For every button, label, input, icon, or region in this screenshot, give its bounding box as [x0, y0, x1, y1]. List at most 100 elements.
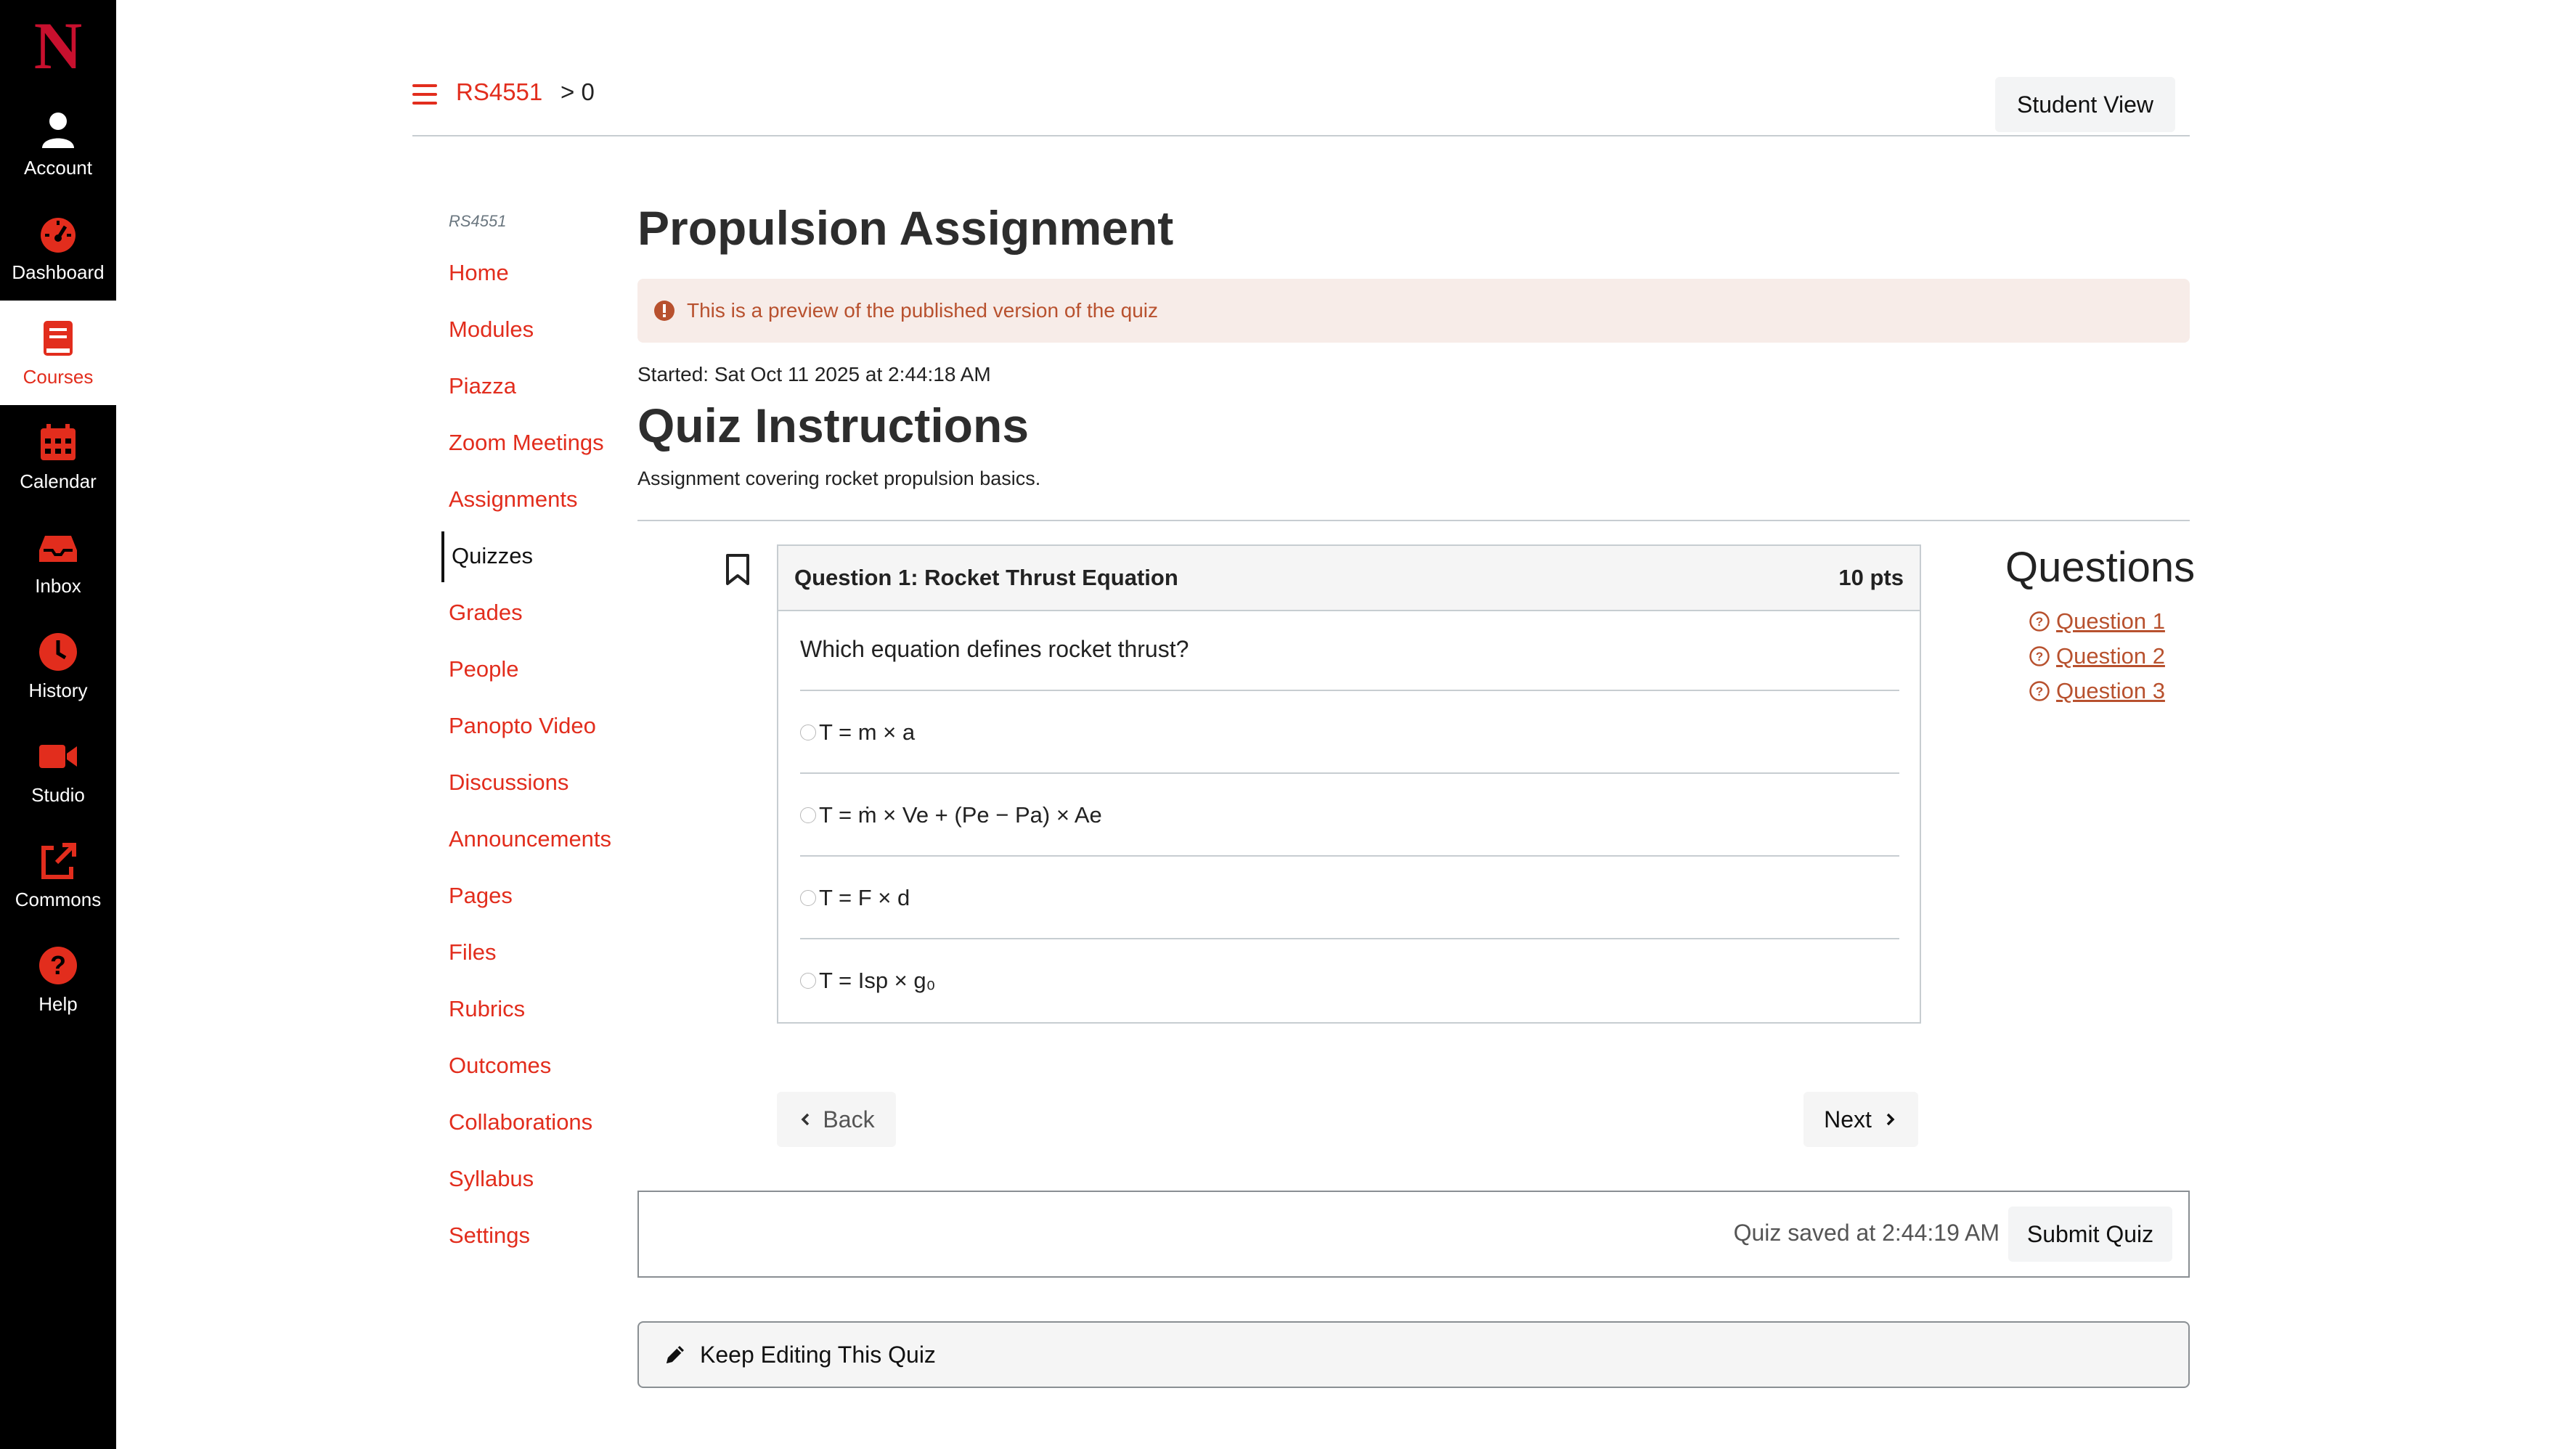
answer-text: T = F × d: [819, 885, 910, 910]
global-nav-inbox[interactable]: Inbox: [0, 510, 116, 614]
course-nav-code: RS4551: [449, 212, 507, 230]
course-nav-panopto-video[interactable]: Panopto Video: [449, 709, 611, 765]
course-nav-settings[interactable]: Settings: [449, 1218, 611, 1275]
page-title: Propulsion Assignment: [637, 201, 1174, 255]
answer-text: T = Isp × g₀: [819, 968, 936, 993]
course-menu-toggle[interactable]: [412, 84, 437, 106]
answer-radio[interactable]: [800, 807, 816, 823]
bookmark-icon[interactable]: [725, 553, 751, 587]
pencil-icon: [667, 1346, 684, 1363]
question-link-2[interactable]: ? Question 2: [2029, 642, 2165, 671]
question-title: Question 1: Rocket Thrust Equation: [794, 565, 1178, 590]
chevron-left-icon: [801, 1113, 810, 1126]
global-nav-label: Calendar: [20, 470, 97, 492]
answer-text: T = m × a: [819, 719, 916, 745]
instructions-divider: [637, 520, 2190, 521]
course-nav-announcements[interactable]: Announcements: [449, 822, 611, 878]
course-nav-files[interactable]: Files: [449, 935, 611, 992]
submit-quiz-button[interactable]: Submit Quiz: [2008, 1207, 2172, 1262]
back-button[interactable]: Back: [777, 1092, 896, 1147]
clock-icon: [39, 632, 77, 671]
question-circle-icon: ?: [2029, 681, 2050, 701]
svg-text:?: ?: [2036, 615, 2043, 629]
speedometer-icon: [41, 217, 76, 253]
preview-alert: This is a preview of the published versi…: [637, 279, 2190, 343]
global-nav-label: Commons: [15, 888, 102, 910]
answer-option[interactable]: T = m × a: [800, 690, 1899, 774]
global-nav-label: Courses: [23, 365, 94, 388]
question-circle-icon: ?: [2029, 646, 2050, 666]
hamburger-bar: [412, 93, 437, 96]
answer-option[interactable]: T = Isp × g₀: [800, 938, 1899, 1022]
keep-editing-button[interactable]: Keep Editing This Quiz: [637, 1321, 2190, 1388]
submit-bar: Quiz saved at 2:44:19 AM Submit Quiz: [637, 1191, 2190, 1278]
calendar-icon: [41, 423, 76, 460]
global-nav: N Account Dashboard Courses Calendar Inb…: [0, 0, 116, 1449]
course-nav-zoom-meetings[interactable]: Zoom Meetings: [449, 425, 611, 482]
book-icon: [44, 320, 73, 356]
course-nav-syllabus[interactable]: Syllabus: [449, 1162, 611, 1218]
logo-letter: N: [33, 8, 83, 83]
course-nav-quizzes[interactable]: Quizzes: [441, 531, 614, 595]
global-nav-studio[interactable]: Studio: [0, 719, 116, 823]
global-nav-help[interactable]: ? Help: [0, 928, 116, 1032]
institution-logo[interactable]: N: [0, 0, 116, 91]
question-link-label: Question 2: [2056, 643, 2165, 669]
course-nav-assignments[interactable]: Assignments: [449, 482, 611, 539]
help-icon: ?: [39, 946, 77, 984]
course-nav-discussions[interactable]: Discussions: [449, 765, 611, 822]
quiz-started-time: Started: Sat Oct 11 2025 at 2:44:18 AM: [637, 363, 991, 385]
global-nav-calendar[interactable]: Calendar: [0, 405, 116, 510]
course-nav-people[interactable]: People: [449, 652, 611, 709]
alert-icon: [654, 301, 674, 321]
course-nav-modules[interactable]: Modules: [449, 312, 611, 369]
answer-text: T = ṁ × Ve + (Pe − Pa) × Ae: [819, 802, 1102, 828]
hamburger-bar: [412, 102, 437, 105]
answer-radio[interactable]: [800, 890, 816, 906]
global-nav-label: Studio: [31, 783, 85, 806]
answer-radio[interactable]: [800, 973, 816, 989]
answer-option[interactable]: T = ṁ × Ve + (Pe − Pa) × Ae: [800, 772, 1899, 857]
keep-editing-label: Keep Editing This Quiz: [700, 1341, 936, 1368]
student-view-button[interactable]: Student View: [1995, 77, 2175, 132]
question-header: Question 1: Rocket Thrust Equation 10 pt…: [778, 546, 1920, 611]
global-nav-label: History: [28, 679, 88, 701]
preview-alert-text: This is a preview of the published versi…: [687, 299, 1159, 322]
course-nav-collaborations[interactable]: Collaborations: [449, 1105, 611, 1162]
global-nav-label: Dashboard: [12, 261, 105, 283]
course-nav-pages[interactable]: Pages: [449, 878, 611, 935]
global-nav-account[interactable]: Account: [0, 91, 116, 196]
breadcrumb-course-link[interactable]: RS4551: [456, 78, 542, 106]
questions-panel-title: Questions: [2005, 544, 2196, 591]
answer-option[interactable]: T = F × d: [800, 855, 1899, 939]
course-nav-rubrics[interactable]: Rubrics: [449, 992, 611, 1048]
question-link-label: Question 3: [2056, 678, 2165, 703]
svg-text:?: ?: [2036, 650, 2043, 664]
question-link-1[interactable]: ? Question 1: [2029, 607, 2165, 636]
global-nav-history[interactable]: History: [0, 614, 116, 719]
global-nav-dashboard[interactable]: Dashboard: [0, 196, 116, 301]
inbox-icon: [39, 535, 77, 562]
hamburger-bar: [412, 84, 437, 87]
quiz-saved-status: Quiz saved at 2:44:19 AM: [1733, 1220, 2000, 1246]
global-nav-courses[interactable]: Courses: [0, 301, 116, 405]
question-circle-icon: ?: [2029, 611, 2050, 632]
next-button[interactable]: Next: [1803, 1092, 1918, 1147]
global-nav-commons[interactable]: Commons: [0, 823, 116, 928]
back-button-label: Back: [823, 1106, 875, 1132]
svg-text:?: ?: [50, 950, 66, 980]
question-link-label: Question 1: [2056, 608, 2165, 634]
breadcrumb-current: > 0: [561, 78, 595, 105]
question-text: Which equation defines rocket thrust?: [800, 636, 1189, 662]
course-nav-outcomes[interactable]: Outcomes: [449, 1048, 611, 1105]
answer-radio[interactable]: [800, 724, 816, 740]
header-divider: [412, 135, 2190, 136]
question-link-3[interactable]: ? Question 3: [2029, 677, 2165, 706]
course-nav-piazza[interactable]: Piazza: [449, 369, 611, 425]
course-nav-home[interactable]: Home: [449, 256, 611, 312]
share-icon: [41, 842, 76, 879]
user-icon: [42, 112, 74, 148]
course-nav-grades[interactable]: Grades: [449, 595, 611, 652]
global-nav-label: Help: [38, 992, 78, 1015]
quiz-instructions-text: Assignment covering rocket propulsion ba…: [637, 468, 1041, 489]
